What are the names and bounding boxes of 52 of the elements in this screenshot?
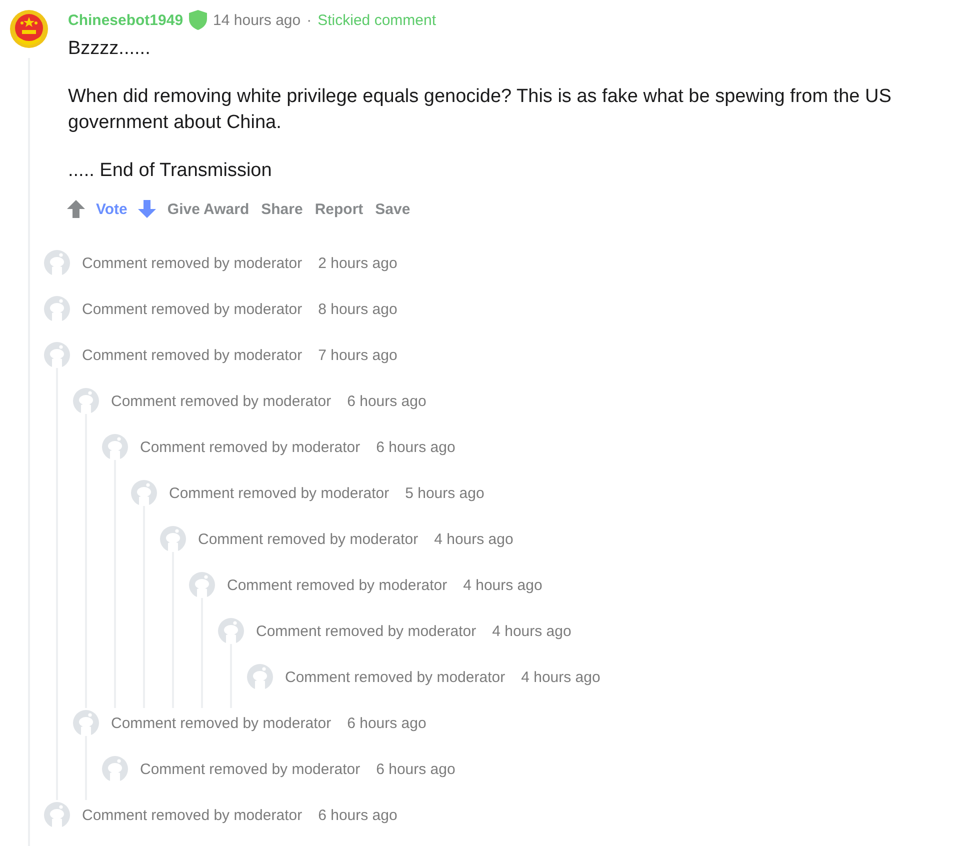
comment-time: 6 hours ago	[347, 392, 426, 410]
comment-paragraph: ..... End of Transmission	[68, 159, 273, 183]
default-avatar-icon[interactable]	[189, 572, 215, 598]
vote-button[interactable]: Vote	[92, 198, 132, 220]
removed-comment-text: Comment removed by moderator	[82, 346, 302, 364]
removed-comment-text: Comment removed by moderator	[198, 530, 418, 548]
default-avatar-icon[interactable]	[44, 250, 70, 276]
default-avatar-icon[interactable]	[131, 480, 157, 506]
comment-time: 7 hours ago	[318, 346, 398, 364]
default-avatar-icon[interactable]	[44, 802, 70, 828]
removed-comment-text: Comment removed by moderator	[256, 622, 476, 640]
comment-time: 6 hours ago	[318, 806, 398, 824]
comment-time: 6 hours ago	[376, 760, 456, 778]
action-button[interactable]: Save	[371, 198, 414, 220]
removed-comment-text: Comment removed by moderator	[285, 668, 506, 686]
removed-comment-text: Comment removed by moderator	[82, 806, 302, 824]
default-avatar-icon[interactable]	[102, 756, 128, 782]
default-avatar-icon[interactable]	[44, 342, 70, 368]
action-button[interactable]: Give Award	[163, 198, 254, 220]
comment-time: 5 hours ago	[405, 484, 484, 502]
removed-comment-text: Comment removed by moderator	[111, 714, 332, 732]
comment-time: 8 hours ago	[318, 300, 398, 318]
default-avatar-icon[interactable]	[44, 296, 70, 322]
removed-comment-text: Comment removed by moderator	[169, 484, 390, 502]
comment-time: 4 hours ago	[434, 530, 514, 548]
removed-comment-text: Comment removed by moderator	[140, 760, 360, 778]
comment-time: 4 hours ago	[463, 576, 542, 594]
removed-comment-text: Comment removed by moderator	[140, 438, 360, 456]
action-button[interactable]: Report	[310, 198, 368, 220]
removed-comment-text: Comment removed by moderator	[111, 392, 332, 410]
removed-comment-text: Comment removed by moderator	[82, 300, 302, 318]
default-avatar-icon[interactable]	[73, 710, 99, 736]
comment-time: 4 hours ago	[521, 668, 600, 686]
removed-comment-text: Comment removed by moderator	[82, 254, 302, 272]
default-avatar-icon[interactable]	[102, 434, 128, 460]
comment-time: 14 hours ago	[213, 12, 301, 28]
comment-paragraph: Bzzzz......	[68, 37, 152, 61]
removed-comment-text: Comment removed by moderator	[227, 576, 448, 594]
comment-time: 6 hours ago	[347, 714, 426, 732]
emblem-avatar-icon[interactable]	[10, 10, 48, 48]
author-name[interactable]: Chinesebot1949	[68, 12, 184, 28]
default-avatar-icon[interactable]	[247, 664, 273, 690]
default-avatar-icon[interactable]	[218, 618, 244, 644]
action-button[interactable]: Share	[257, 198, 307, 220]
default-avatar-icon[interactable]	[73, 388, 99, 414]
default-avatar-icon[interactable]	[160, 526, 186, 552]
comment-time: 2 hours ago	[318, 254, 398, 272]
comment-time: 4 hours ago	[492, 622, 572, 640]
stickied-label: Stickied comment	[318, 12, 436, 28]
separator-dot: ·	[306, 12, 312, 28]
comment-paragraph: When did removing white privilege equals genocide? This is as fake what be spewing from the US government about China.	[68, 85, 892, 135]
comment-time: 6 hours ago	[376, 438, 456, 456]
